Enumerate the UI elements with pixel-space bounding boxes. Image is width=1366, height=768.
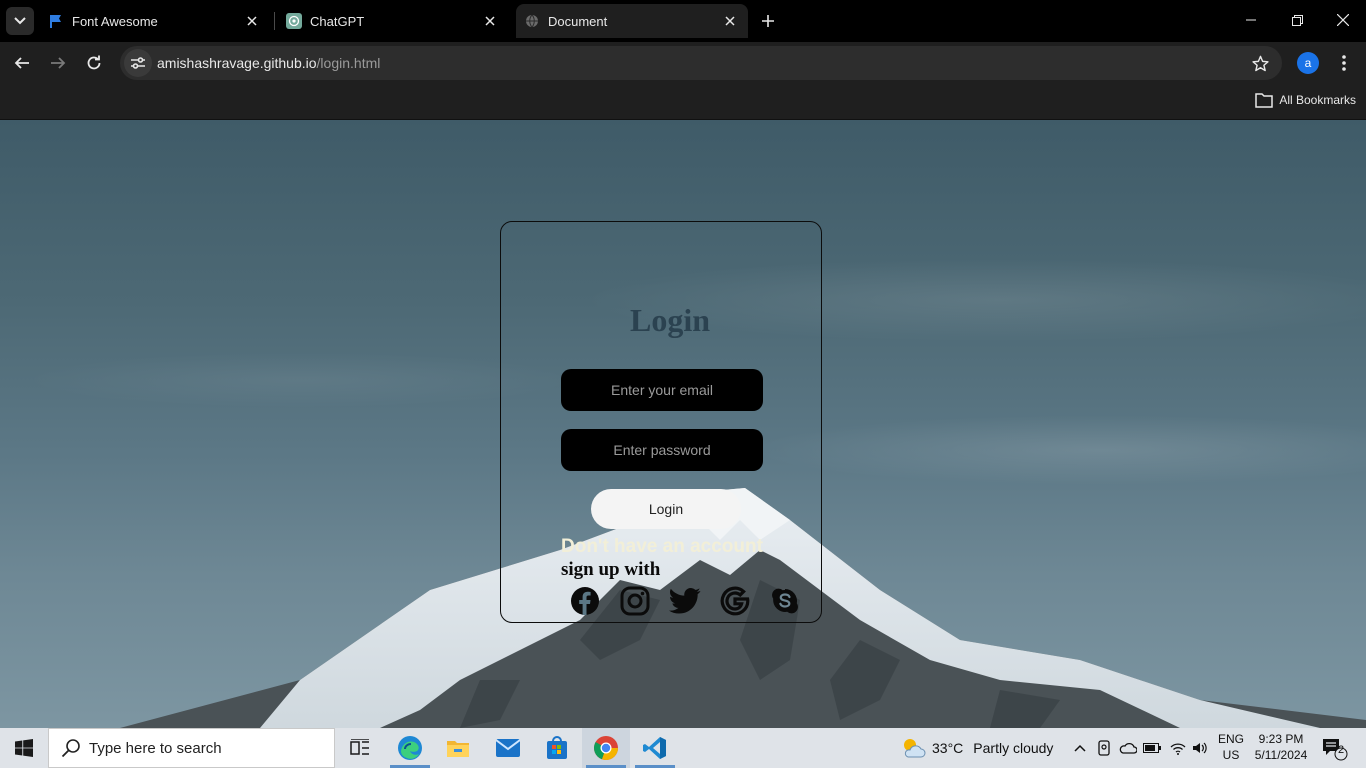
globe-icon <box>524 13 540 29</box>
weather-description: Partly cloudy <box>973 740 1054 756</box>
task-view-button[interactable] <box>336 728 384 768</box>
wifi-icon[interactable] <box>1168 738 1188 758</box>
restore-icon <box>1291 14 1303 26</box>
tune-icon <box>131 57 145 69</box>
login-card: Login Login Don't have an account sign u… <box>500 221 822 623</box>
taskbar-app-store[interactable] <box>533 728 581 768</box>
tab-title: Font Awesome <box>72 13 158 29</box>
all-bookmarks-button[interactable]: All Bookmarks <box>1255 92 1356 108</box>
all-bookmarks-label: All Bookmarks <box>1279 93 1356 107</box>
taskbar-app-file-explorer[interactable] <box>434 728 482 768</box>
arrow-right-icon <box>51 57 66 69</box>
twitter-icon[interactable] <box>669 585 701 617</box>
mail-icon <box>496 739 520 757</box>
close-icon <box>1337 14 1349 26</box>
taskbar-search[interactable]: Type here to search <box>48 728 335 768</box>
page-title: Login <box>629 302 711 338</box>
close-window-button[interactable] <box>1320 0 1366 40</box>
clock-time: 9:23 PM <box>1258 732 1304 746</box>
search-icon <box>61 739 80 758</box>
new-tab-button[interactable] <box>756 9 780 33</box>
bookmarks-bar: All Bookmarks <box>0 84 1366 120</box>
tab-separator <box>274 12 275 30</box>
skype-icon[interactable] <box>769 585 801 617</box>
close-icon[interactable] <box>242 11 262 31</box>
language-indicator[interactable]: ENG US <box>1218 731 1244 763</box>
chatgpt-icon <box>286 13 302 29</box>
store-icon <box>547 736 567 759</box>
volume-icon[interactable] <box>1190 738 1210 758</box>
page-viewport: Login Login Don't have an account sign u… <box>0 120 1366 728</box>
windows-icon <box>15 739 33 757</box>
chevron-up-icon <box>1074 744 1086 752</box>
signup-question: Don't have an account <box>561 536 763 557</box>
tab-title: ChatGPT <box>310 13 365 29</box>
more-vertical-icon <box>1342 55 1346 71</box>
taskbar-app-mail[interactable] <box>484 728 532 768</box>
google-icon[interactable] <box>719 585 751 617</box>
forward-button[interactable] <box>43 49 73 77</box>
browser-menu-button[interactable] <box>1333 51 1355 75</box>
chevron-down-icon <box>14 17 26 25</box>
tab-search-button[interactable] <box>6 7 34 35</box>
tab-document[interactable]: Document <box>516 4 748 38</box>
taskbar: Type here to search 33°C Partly cloudy E… <box>0 728 1366 768</box>
weather-widget[interactable]: 33°C Partly cloudy <box>900 728 1053 768</box>
email-field[interactable] <box>561 369 763 411</box>
start-button[interactable] <box>0 728 48 768</box>
url-text: amishashravage.github.io/login.html <box>157 55 380 71</box>
notification-count: 2 <box>1337 744 1345 756</box>
close-icon[interactable] <box>720 11 740 31</box>
tab-title: Document <box>548 13 608 29</box>
notification-center-button[interactable]: 2 <box>1322 737 1348 761</box>
reload-icon <box>87 55 101 70</box>
task-view-icon <box>350 739 369 755</box>
onedrive-icon[interactable] <box>1118 738 1138 758</box>
restore-button[interactable] <box>1274 0 1320 40</box>
arrow-left-icon <box>14 57 29 69</box>
url-host: amishashravage.github.io <box>157 55 317 71</box>
bookmark-star-button[interactable] <box>1250 53 1270 73</box>
chrome-icon <box>594 736 618 760</box>
close-icon[interactable] <box>480 11 500 31</box>
show-hidden-icons-button[interactable] <box>1070 738 1090 758</box>
reload-button[interactable] <box>79 49 109 77</box>
minimize-icon <box>1246 19 1256 21</box>
facebook-icon[interactable] <box>569 585 601 617</box>
edge-icon <box>398 736 422 760</box>
tab-chatgpt[interactable]: ChatGPT <box>278 4 508 38</box>
site-info-button[interactable] <box>124 49 152 77</box>
minimize-button[interactable] <box>1228 0 1274 40</box>
language-region: US <box>1222 748 1240 762</box>
vscode-icon <box>643 737 666 759</box>
weather-temp: 33°C <box>932 740 964 756</box>
star-icon <box>1251 55 1269 71</box>
taskbar-app-edge[interactable] <box>386 728 434 768</box>
plus-icon <box>762 15 774 27</box>
clock[interactable]: 9:23 PM 5/11/2024 <box>1252 731 1310 763</box>
instagram-icon[interactable] <box>619 585 651 617</box>
search-placeholder: Type here to search <box>89 739 222 757</box>
browser-toolbar: amishashravage.github.io/login.html <box>0 42 1366 84</box>
login-button[interactable]: Login <box>591 489 741 529</box>
folder-icon <box>447 741 469 757</box>
profile-avatar[interactable]: a <box>1297 52 1319 74</box>
password-field[interactable] <box>561 429 763 471</box>
flag-icon <box>48 13 64 29</box>
language-code: ENG <box>1218 732 1245 746</box>
taskbar-app-vscode[interactable] <box>631 728 679 768</box>
tab-strip: Font Awesome ChatGPT Document <box>0 0 1366 42</box>
meet-now-icon[interactable] <box>1094 738 1114 758</box>
battery-icon[interactable] <box>1142 738 1162 758</box>
url-path: /login.html <box>316 55 381 71</box>
partly-cloudy-icon <box>904 739 926 758</box>
tab-font-awesome[interactable]: Font Awesome <box>40 4 270 38</box>
folder-icon <box>1255 93 1274 108</box>
signup-with-label: sign up with <box>561 559 661 580</box>
address-bar[interactable]: amishashravage.github.io/login.html <box>120 46 1282 80</box>
back-button[interactable] <box>7 49 37 77</box>
clock-date: 5/11/2024 <box>1254 748 1308 762</box>
taskbar-app-chrome[interactable] <box>582 728 630 768</box>
